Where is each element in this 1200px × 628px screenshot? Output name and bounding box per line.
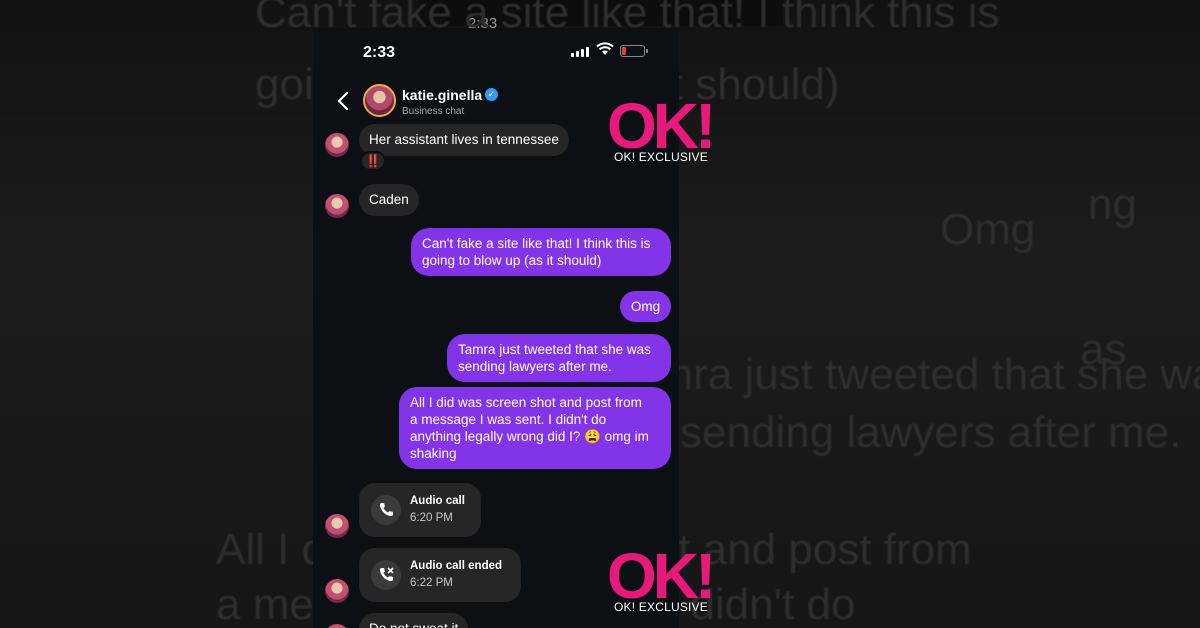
message-line: Tamra just tweeted that she was bbox=[458, 342, 651, 357]
background-text: Omg bbox=[940, 205, 1036, 254]
sender-avatar[interactable] bbox=[325, 194, 349, 218]
background-text: sending lawyers after me. bbox=[680, 408, 1182, 457]
sender-avatar[interactable] bbox=[325, 133, 349, 157]
ok-logo: OK! bbox=[607, 540, 716, 612]
message-line: going to blow up (as it should) bbox=[422, 253, 602, 268]
message-line: a message I was sent. I didn't do bbox=[410, 412, 607, 427]
battery-icon bbox=[620, 45, 648, 57]
audio-call-ended-card[interactable]: Audio call ended 6:22 PM bbox=[359, 548, 521, 602]
status-time: 2:33 bbox=[363, 44, 396, 61]
status-bar: 2:33 bbox=[313, 28, 679, 76]
signal-icon bbox=[571, 47, 589, 57]
audio-call-card[interactable]: Audio call 6:20 PM bbox=[359, 483, 481, 537]
background-text: ng bbox=[1088, 180, 1137, 229]
message-outgoing[interactable]: All I did was screen shot and post from … bbox=[399, 387, 671, 469]
phone-ended-icon bbox=[371, 560, 401, 590]
chat-username[interactable]: katie.ginella bbox=[402, 87, 482, 103]
back-arrow-icon[interactable] bbox=[335, 90, 351, 112]
background-text: Tamra just tweeted that she was bbox=[610, 350, 1200, 399]
call-title: Audio call ended bbox=[410, 560, 503, 572]
message-line: All I did was screen shot and post from bbox=[410, 395, 642, 410]
message-line: sending lawyers after me. bbox=[458, 359, 612, 374]
ok-logo: OK! bbox=[607, 90, 716, 162]
message-outgoing[interactable]: Can't fake a site like that! I think thi… bbox=[411, 228, 671, 276]
message-outgoing[interactable]: Tamra just tweeted that she was sending … bbox=[447, 334, 671, 382]
message-line: anything legally wrong did I? 😩 omg im bbox=[410, 429, 649, 444]
sender-avatar[interactable] bbox=[325, 514, 349, 538]
ok-exclusive-label: OK! EXCLUSIVE bbox=[614, 150, 708, 164]
message-outgoing[interactable]: Omg bbox=[620, 291, 671, 322]
call-title: Audio call bbox=[410, 495, 465, 507]
avatar[interactable] bbox=[363, 84, 396, 117]
ok-exclusive-watermark: OK! OK! EXCLUSIVE bbox=[607, 544, 725, 616]
chat-subtitle: Business chat bbox=[402, 106, 465, 117]
message-incoming[interactable]: Caden bbox=[359, 184, 419, 216]
message-incoming[interactable]: Do not sweat it bbox=[359, 613, 469, 628]
sender-avatar[interactable] bbox=[325, 624, 349, 628]
phone-icon bbox=[371, 495, 401, 525]
reaction-double-exclamation-icon[interactable]: ‼️ bbox=[360, 151, 386, 171]
verified-badge-icon: ✓ bbox=[485, 88, 498, 101]
ok-exclusive-label: OK! EXCLUSIVE bbox=[614, 600, 708, 614]
wifi-icon bbox=[596, 42, 614, 55]
message-line: shaking bbox=[410, 446, 457, 461]
message-incoming[interactable]: Her assistant lives in tennessee bbox=[359, 124, 569, 156]
sender-avatar[interactable] bbox=[325, 579, 349, 603]
ok-exclusive-watermark: OK! OK! EXCLUSIVE bbox=[607, 94, 725, 166]
message-line: Can't fake a site like that! I think thi… bbox=[422, 236, 651, 251]
call-time: 6:20 PM bbox=[410, 512, 453, 524]
call-time: 6:22 PM bbox=[410, 577, 453, 589]
